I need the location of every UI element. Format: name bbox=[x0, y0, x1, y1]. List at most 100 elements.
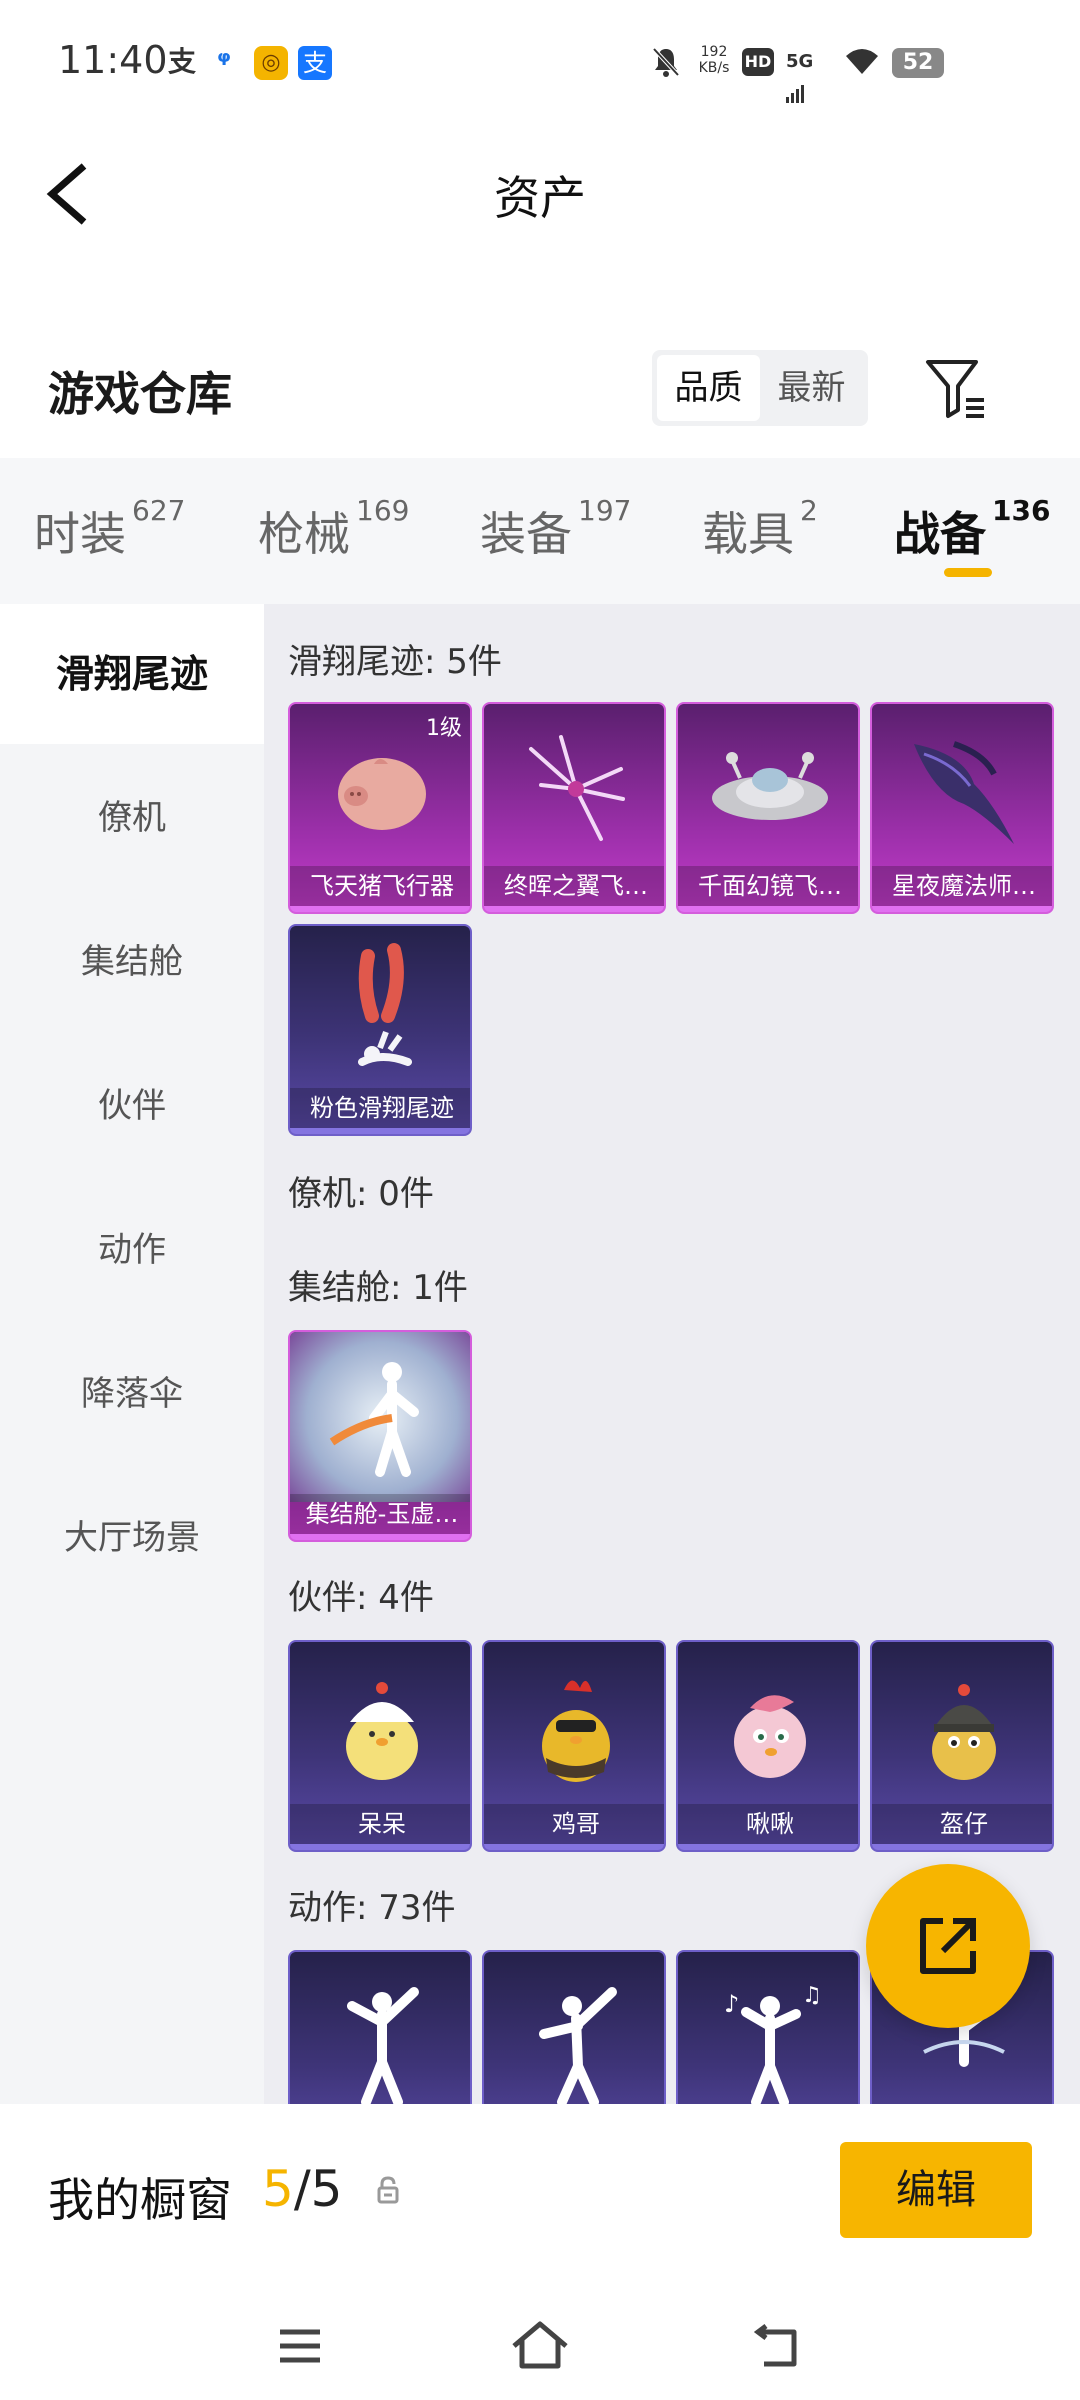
network-speed: 192 KB/s bbox=[694, 44, 734, 76]
sort-newest-option[interactable]: 最新 bbox=[760, 355, 863, 421]
tab-vehicles[interactable]: 载具 2 bbox=[702, 494, 818, 564]
sidebar-item-pod[interactable]: 集结舱 bbox=[0, 892, 264, 1032]
sidebar-item-wingman[interactable]: 僚机 bbox=[0, 748, 264, 888]
nav-back-button[interactable] bbox=[753, 2324, 804, 2368]
rarity-strip bbox=[484, 906, 664, 912]
sort-toggle: 品质 最新 bbox=[652, 350, 868, 426]
item-name: 星夜魔法师… bbox=[872, 866, 1052, 906]
item-card[interactable]: 啾啾 bbox=[676, 1640, 860, 1852]
item-name: 呆呆 bbox=[290, 1804, 470, 1844]
wifi-icon bbox=[842, 46, 882, 78]
tab-battle-prep[interactable]: 战备 136 bbox=[894, 494, 1050, 564]
section-title-partner: 伙伴: 4件 bbox=[288, 1578, 434, 1618]
item-card[interactable] bbox=[288, 1950, 472, 2104]
lock-icon bbox=[376, 2176, 400, 2204]
hd-icon: HD bbox=[742, 48, 774, 76]
smoke-trail-figure-icon bbox=[290, 926, 470, 1096]
item-name: 鸡哥 bbox=[484, 1804, 664, 1844]
alipay-app-icon: 支 bbox=[298, 46, 332, 80]
section-title-wingman: 僚机: 0件 bbox=[288, 1174, 434, 1214]
alipay-notification-icon: 支 bbox=[167, 45, 196, 78]
item-name: 飞天猪飞行器 bbox=[290, 866, 470, 906]
item-name: 集结舱-玉虚… bbox=[290, 1494, 470, 1534]
nav-menu-button[interactable] bbox=[278, 2326, 322, 2366]
showcase-bar: 我的橱窗 5/5 编辑 bbox=[0, 2104, 1080, 2400]
bird-partner-icon bbox=[678, 1642, 858, 1812]
item-name: 终晖之翼飞… bbox=[484, 866, 664, 906]
nav-home-button[interactable] bbox=[510, 2320, 570, 2370]
item-card[interactable]: 星夜魔法师… bbox=[870, 702, 1054, 914]
active-tab-indicator bbox=[944, 568, 992, 577]
back-arrow-icon bbox=[753, 2324, 797, 2367]
dance-pose-icon bbox=[290, 1952, 470, 2104]
showcase-count: 5/5 bbox=[262, 2160, 342, 2218]
menu-icon bbox=[280, 2329, 320, 2363]
tab-label: 载具 bbox=[702, 507, 794, 561]
section-title-emote: 动作: 73件 bbox=[288, 1888, 456, 1928]
rarity-strip bbox=[290, 1844, 470, 1850]
item-card[interactable]: 呆呆 bbox=[288, 1640, 472, 1852]
svg-text:♫: ♫ bbox=[802, 1983, 822, 2008]
item-level-badge: 1级 bbox=[426, 716, 462, 741]
sort-quality-option[interactable]: 品质 bbox=[657, 355, 760, 421]
share-icon bbox=[920, 1918, 976, 1974]
signal-icon: 5G bbox=[786, 46, 832, 103]
filter-button[interactable] bbox=[922, 354, 992, 424]
filter-icon bbox=[926, 360, 984, 418]
rarity-strip bbox=[872, 1844, 1052, 1850]
item-card[interactable] bbox=[482, 1950, 666, 2104]
tab-gear[interactable]: 装备 197 bbox=[480, 494, 631, 564]
app-notification-icon: ◎ bbox=[254, 46, 288, 80]
item-card[interactable]: ♪ ♫ bbox=[676, 1950, 860, 2104]
sidebar-item-lobby-scene[interactable]: 大厅场景 bbox=[0, 1468, 264, 1608]
item-name: 啾啾 bbox=[678, 1804, 858, 1844]
ufo-icon bbox=[678, 704, 858, 874]
net-speed-unit: KB/s bbox=[698, 60, 730, 76]
item-name: 粉色滑翔尾迹 bbox=[290, 1088, 470, 1128]
rarity-strip bbox=[484, 1844, 664, 1850]
tab-fashion[interactable]: 时装 627 bbox=[34, 494, 185, 564]
svg-text:♪: ♪ bbox=[724, 1990, 739, 2018]
rarity-strip bbox=[872, 906, 1052, 912]
item-card[interactable]: 鸡哥 bbox=[482, 1640, 666, 1852]
showcase-separator: / bbox=[293, 2160, 311, 2218]
share-button[interactable] bbox=[866, 1864, 1030, 2028]
item-card[interactable]: 千面幻镜飞… bbox=[676, 702, 860, 914]
tab-count: 136 bbox=[992, 494, 1051, 527]
sidebar-item-glide-trail[interactable]: 滑翔尾迹 bbox=[0, 604, 264, 744]
tab-label: 战备 bbox=[894, 507, 986, 561]
tab-label: 时装 bbox=[34, 507, 126, 561]
tab-weapons[interactable]: 枪械 169 bbox=[258, 494, 409, 564]
rarity-strip bbox=[290, 1128, 470, 1134]
dark-wing-icon bbox=[872, 704, 1052, 874]
item-card[interactable]: 盔仔 bbox=[870, 1640, 1054, 1852]
item-card[interactable]: 终晖之翼飞… bbox=[482, 702, 666, 914]
telecom-notification-icon: ᵠ bbox=[217, 45, 231, 78]
status-bar: 11:40 支 ᵠ ◎ 支 192 KB/s HD 5G 52 bbox=[0, 0, 1080, 124]
showcase-current: 5 bbox=[262, 2160, 294, 2218]
signal-label: 5G bbox=[786, 51, 814, 72]
section-title-pod: 集结舱: 1件 bbox=[288, 1268, 468, 1308]
sidebar: 滑翔尾迹 僚机 集结舱 伙伴 动作 降落伞 大厅场景 bbox=[0, 604, 264, 2104]
item-card[interactable]: 集结舱-玉虚… bbox=[288, 1330, 472, 1542]
section-title-trail: 滑翔尾迹: 5件 bbox=[288, 642, 502, 682]
rarity-strip bbox=[290, 1534, 470, 1540]
tab-label: 装备 bbox=[480, 507, 572, 561]
mute-bell-icon bbox=[650, 46, 682, 78]
showcase-max: 5 bbox=[310, 2160, 343, 2218]
edit-button[interactable]: 编辑 bbox=[840, 2142, 1032, 2238]
chick-partner-icon bbox=[290, 1642, 470, 1812]
home-icon bbox=[512, 2321, 568, 2369]
tab-count: 627 bbox=[132, 494, 186, 527]
sidebar-item-parachute[interactable]: 降落伞 bbox=[0, 1324, 264, 1464]
warehouse-title: 游戏仓库 bbox=[48, 367, 232, 421]
dab-pose-icon bbox=[484, 1952, 664, 2104]
tab-count: 197 bbox=[578, 494, 632, 527]
sidebar-item-emote[interactable]: 动作 bbox=[0, 1180, 264, 1320]
music-dance-icon: ♪ ♫ bbox=[678, 1952, 858, 2104]
item-card[interactable]: 1级 飞天猪飞行器 bbox=[288, 702, 472, 914]
helmet-chick-partner-icon bbox=[872, 1642, 1052, 1812]
item-name: 千面幻镜飞… bbox=[678, 866, 858, 906]
sidebar-item-partner[interactable]: 伙伴 bbox=[0, 1036, 264, 1176]
item-card[interactable]: 粉色滑翔尾迹 bbox=[288, 924, 472, 1136]
